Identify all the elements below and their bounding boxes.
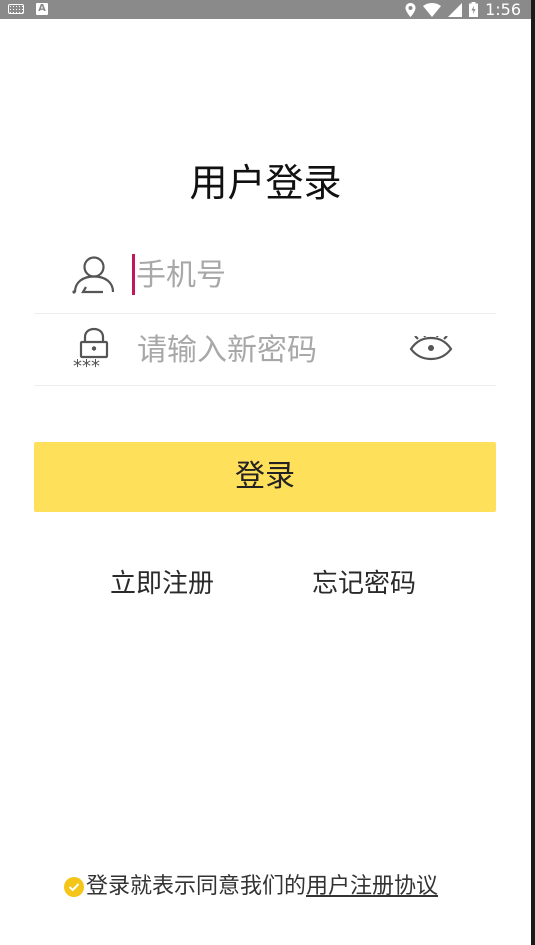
agreement-link[interactable]: 用户注册协议 [306, 872, 438, 902]
phone-field-row [34, 242, 496, 314]
check-circle-icon[interactable] [64, 877, 84, 897]
agreement-row: 登录就表示同意我们的 用户注册协议 [64, 872, 438, 902]
password-field-row: *** [34, 314, 496, 386]
forgot-password-link[interactable]: 忘记密码 [312, 566, 416, 602]
wifi-icon [423, 2, 442, 17]
location-icon [405, 2, 416, 17]
toggle-password-visibility[interactable] [408, 333, 454, 362]
user-icon [70, 252, 118, 300]
eye-icon [409, 333, 453, 361]
text-cursor [132, 254, 135, 295]
phone-input[interactable] [136, 253, 396, 297]
password-input[interactable] [137, 328, 397, 372]
register-link[interactable]: 立即注册 [110, 566, 214, 602]
battery-icon [469, 2, 479, 17]
a-icon: A [36, 3, 48, 15]
status-time: 1:56 [485, 0, 521, 19]
status-bar: A 1:56 [0, 0, 531, 19]
agreement-text: 登录就表示同意我们的 [86, 874, 307, 899]
edge-bar [531, 0, 535, 945]
login-screen: A 1:56 用户登录 手机号 *** 登录 立即注册 忘记密码 登录就表示同意… [0, 0, 535, 945]
lock-icon: *** [70, 326, 118, 377]
keyboard-icon [8, 4, 24, 14]
status-left-icons: A [8, 3, 48, 15]
status-right-icons: 1:56 [405, 0, 521, 19]
svg-text:***: *** [73, 356, 100, 374]
page-title: 用户登录 [189, 161, 342, 205]
login-button[interactable]: 登录 [34, 442, 496, 512]
signal-icon [448, 2, 463, 17]
